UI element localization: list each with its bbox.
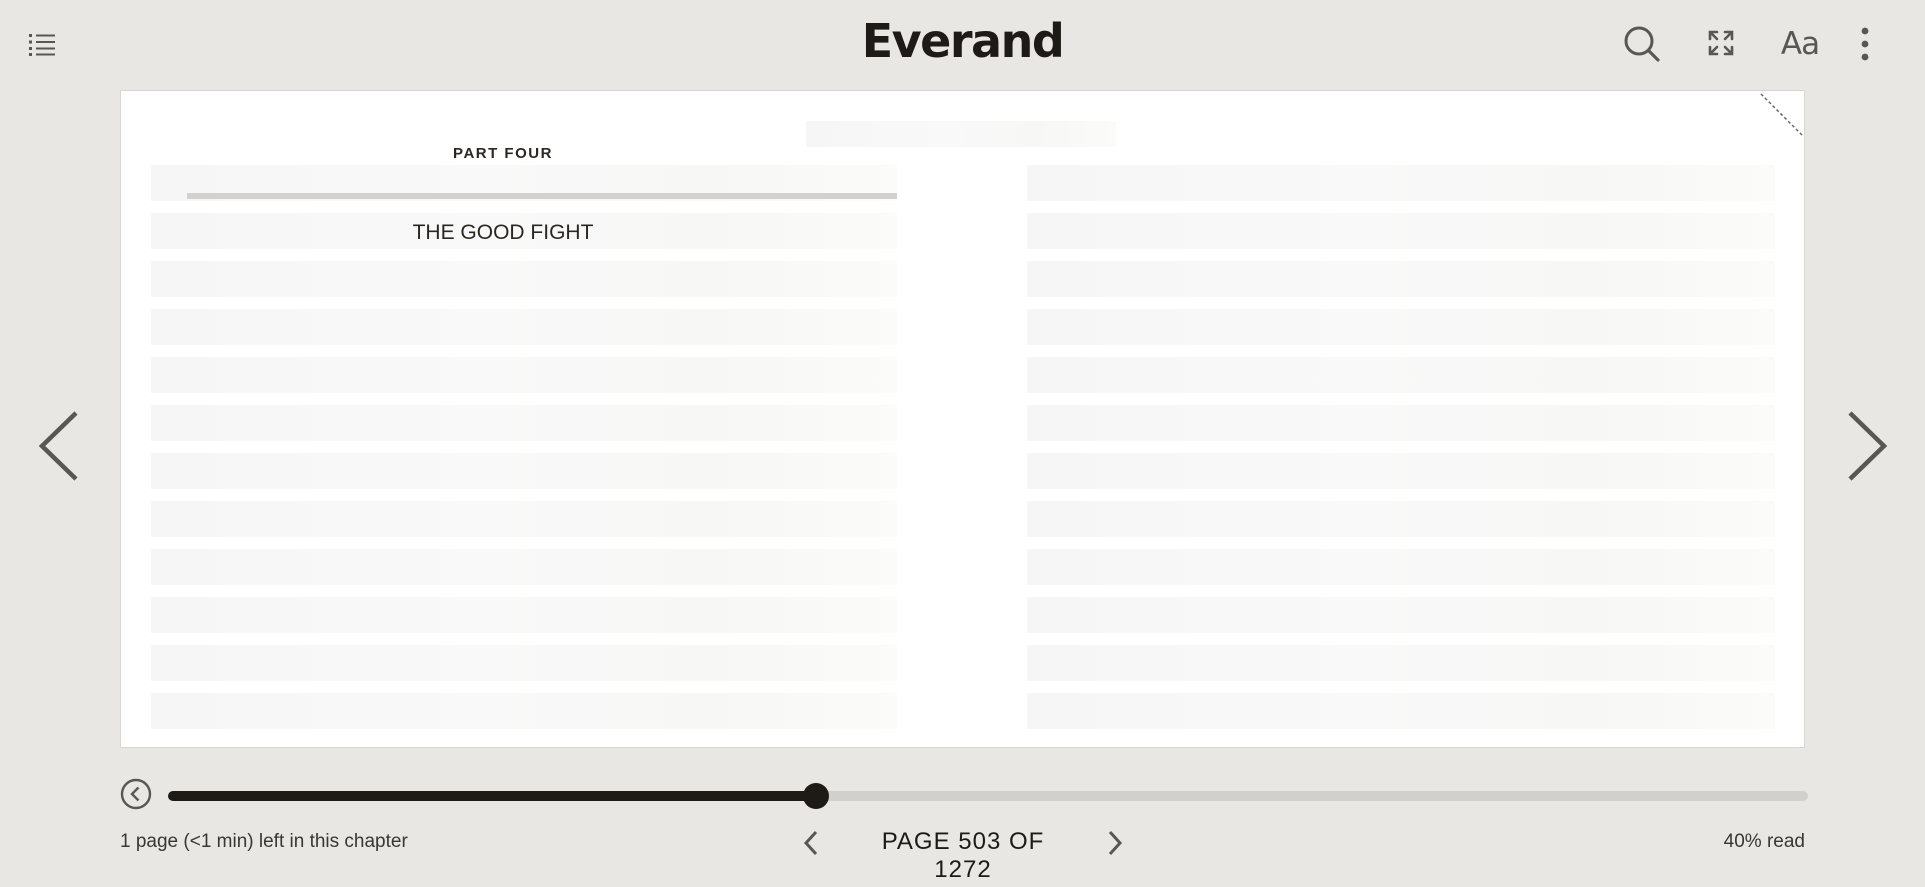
page-back-button[interactable] bbox=[800, 828, 822, 858]
loading-placeholder bbox=[151, 597, 897, 633]
part-label: PART FOUR bbox=[453, 145, 553, 162]
search-button[interactable] bbox=[1622, 24, 1662, 64]
previous-page-button[interactable] bbox=[38, 410, 82, 482]
next-page-button[interactable] bbox=[1844, 410, 1888, 482]
loading-placeholder bbox=[1027, 693, 1775, 729]
reading-progress-slider[interactable] bbox=[168, 783, 1808, 809]
loading-placeholder bbox=[1027, 501, 1775, 537]
more-vertical-icon bbox=[1861, 27, 1869, 61]
loading-placeholder bbox=[151, 357, 897, 393]
loading-placeholder bbox=[151, 309, 897, 345]
loading-placeholder bbox=[151, 453, 897, 489]
loading-placeholder bbox=[1027, 165, 1775, 201]
loading-placeholder bbox=[1027, 597, 1775, 633]
progress-fill bbox=[168, 791, 816, 801]
font-settings-icon: Aa bbox=[1780, 26, 1820, 62]
chevron-right-icon bbox=[1108, 830, 1123, 856]
chapter-remaining-text: 1 page (<1 min) left in this chapter bbox=[120, 831, 408, 852]
loading-placeholder bbox=[1027, 549, 1775, 585]
divider bbox=[187, 193, 897, 199]
page-forward-button[interactable] bbox=[1104, 828, 1126, 858]
page-number: PAGE 503 OF 1272 bbox=[881, 828, 1045, 883]
bookmark-corner-icon[interactable] bbox=[1758, 91, 1804, 137]
loading-placeholder bbox=[1027, 357, 1775, 393]
search-icon bbox=[1624, 26, 1660, 62]
top-bar: Everand Aa bbox=[0, 0, 1925, 90]
loading-placeholder bbox=[1027, 405, 1775, 441]
font-settings-button[interactable]: Aa bbox=[1778, 22, 1822, 66]
loading-placeholder bbox=[151, 405, 897, 441]
loading-placeholder bbox=[151, 501, 897, 537]
loading-placeholder bbox=[1027, 645, 1775, 681]
loading-placeholder bbox=[1027, 261, 1775, 297]
book-page-spread: PART FOUR THE GOOD FIGHT bbox=[120, 90, 1805, 748]
loading-placeholder bbox=[151, 645, 897, 681]
chapter-title: THE GOOD FIGHT bbox=[412, 221, 594, 244]
chevron-left-icon bbox=[803, 830, 818, 856]
loading-placeholder bbox=[151, 261, 897, 297]
fullscreen-button[interactable] bbox=[1706, 28, 1736, 58]
percent-read: 40% read bbox=[1723, 831, 1805, 852]
chevron-left-circle-icon bbox=[120, 778, 152, 810]
loading-placeholder bbox=[151, 549, 897, 585]
loading-placeholder bbox=[151, 693, 897, 729]
expand-icon bbox=[1708, 30, 1734, 56]
chevron-right-icon bbox=[1848, 411, 1888, 481]
loading-placeholder bbox=[1027, 213, 1775, 249]
loading-placeholder bbox=[1027, 309, 1775, 345]
slider-thumb[interactable] bbox=[802, 783, 829, 809]
loading-placeholder bbox=[806, 121, 1116, 147]
chevron-left-icon bbox=[38, 411, 78, 481]
loading-placeholder bbox=[1027, 453, 1775, 489]
back-to-position-button[interactable] bbox=[120, 778, 152, 810]
more-options-button[interactable] bbox=[1852, 24, 1878, 64]
